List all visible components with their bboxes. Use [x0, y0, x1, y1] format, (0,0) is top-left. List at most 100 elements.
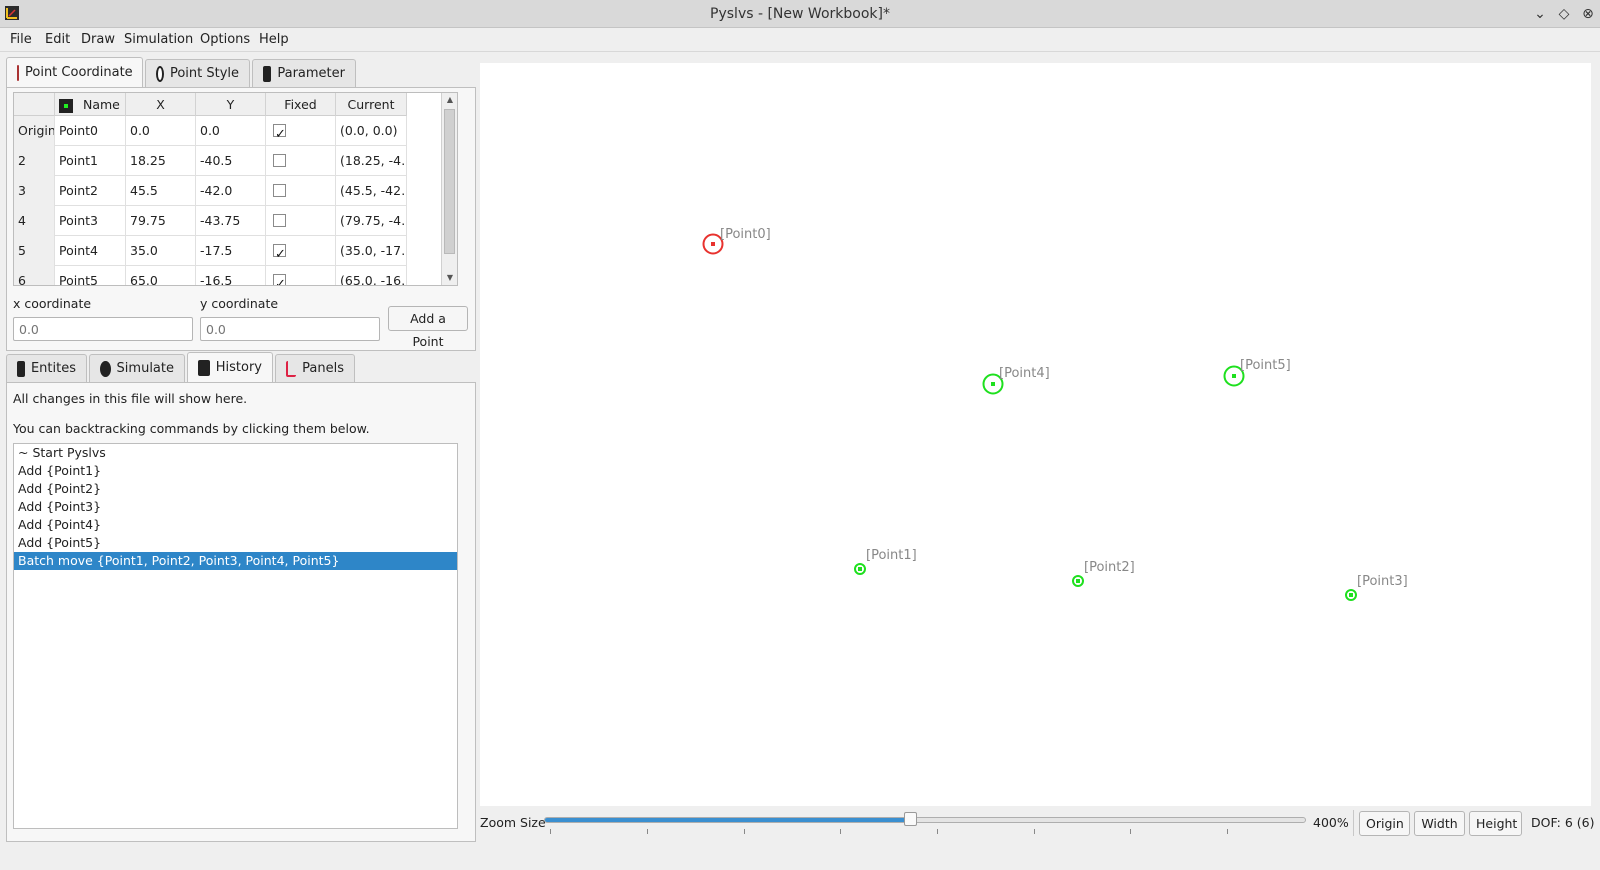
- cell-x[interactable]: 79.75: [126, 206, 196, 236]
- maximize-icon[interactable]: ◇: [1554, 4, 1574, 24]
- cell-current[interactable]: (0.0, 0.0): [336, 116, 407, 146]
- cell-fixed[interactable]: [266, 146, 336, 176]
- point-4[interactable]: [Point4]: [982, 366, 1050, 395]
- fixed-checkbox[interactable]: [273, 120, 286, 146]
- tab-panels[interactable]: Panels: [275, 354, 355, 382]
- tab-entities[interactable]: Entites: [6, 354, 87, 382]
- menu-help[interactable]: Help: [259, 32, 289, 47]
- point-1[interactable]: [Point1]: [854, 548, 917, 575]
- cell-current[interactable]: (79.75, -4…: [336, 206, 407, 236]
- menu-simulation[interactable]: Simulation: [124, 32, 193, 47]
- col-x[interactable]: X: [126, 93, 196, 116]
- fixed-checkbox[interactable]: [273, 184, 286, 197]
- menu-options[interactable]: Options: [200, 32, 250, 47]
- cell-y[interactable]: -42.0: [196, 176, 266, 206]
- fixed-checkbox[interactable]: [273, 270, 286, 285]
- row-header[interactable]: 2: [14, 146, 55, 176]
- col-fixed[interactable]: Fixed: [266, 93, 336, 116]
- point-2-label: [Point2]: [1084, 560, 1135, 575]
- scroll-down-icon[interactable]: ▼: [442, 271, 457, 285]
- history-item[interactable]: ~ Start Pyslvs: [14, 444, 457, 462]
- table-row[interactable]: 3 Point2 45.5 -42.0 (45.5, -42…: [14, 176, 407, 206]
- point-0[interactable]: [Point0]: [702, 227, 771, 255]
- close-icon[interactable]: ⊗: [1578, 4, 1598, 24]
- fixed-checkbox[interactable]: [273, 214, 286, 227]
- row-header[interactable]: 4: [14, 206, 55, 236]
- col-current[interactable]: Current: [336, 93, 407, 116]
- point-0-center: [711, 242, 715, 246]
- history-item[interactable]: Add {Point5}: [14, 534, 457, 552]
- minimize-icon[interactable]: ⌄: [1530, 4, 1550, 24]
- table-row[interactable]: OriginPoint00.00.0(0.0, 0.0): [14, 116, 407, 146]
- drawing-canvas[interactable]: [Point0] [Point4] [Point5] [Point1] [Poi…: [480, 63, 1591, 806]
- cell-name[interactable]: Point5: [55, 266, 126, 285]
- add-point-button[interactable]: Add a Point: [388, 306, 468, 349]
- cell-current[interactable]: (65.0, -16…: [336, 266, 407, 285]
- point-5[interactable]: [Point5]: [1223, 358, 1291, 387]
- menu-edit[interactable]: Edit: [45, 32, 70, 47]
- width-button[interactable]: Width: [1414, 811, 1465, 836]
- table-row[interactable]: 6Point565.0-16.5 (65.0, -16…: [14, 266, 407, 285]
- cell-current[interactable]: (35.0, -17…: [336, 236, 407, 266]
- cell-fixed[interactable]: [266, 116, 336, 146]
- point-3-label: [Point3]: [1357, 574, 1408, 589]
- cell-fixed[interactable]: [266, 206, 336, 236]
- cell-y[interactable]: -43.75: [196, 206, 266, 236]
- scroll-thumb[interactable]: [444, 109, 455, 254]
- cell-current[interactable]: (45.5, -42…: [336, 176, 407, 206]
- row-header[interactable]: 5: [14, 236, 55, 266]
- point-2[interactable]: [Point2]: [1072, 560, 1135, 587]
- height-button[interactable]: Height: [1469, 811, 1522, 836]
- tab-simulate[interactable]: Simulate: [89, 354, 185, 382]
- row-header[interactable]: Origin: [14, 116, 55, 146]
- history-item[interactable]: Add {Point1}: [14, 462, 457, 480]
- fixed-checkbox[interactable]: [273, 154, 286, 167]
- tab-point-coordinate[interactable]: Point Coordinate: [6, 57, 143, 87]
- cell-name[interactable]: Point3: [55, 206, 126, 236]
- cell-y[interactable]: 0.0: [196, 116, 266, 146]
- cell-y[interactable]: -17.5: [196, 236, 266, 266]
- cell-name[interactable]: Point2: [55, 176, 126, 206]
- history-item[interactable]: Add {Point2}: [14, 480, 457, 498]
- cell-x[interactable]: 45.5: [126, 176, 196, 206]
- cell-y[interactable]: -40.5: [196, 146, 266, 176]
- row-header[interactable]: 3: [14, 176, 55, 206]
- table-scrollbar[interactable]: ▲ ▼: [441, 93, 457, 285]
- cell-name[interactable]: Point4: [55, 236, 126, 266]
- cell-fixed[interactable]: [266, 266, 336, 285]
- point-style-icon: [156, 65, 164, 82]
- point-3[interactable]: [Point3]: [1345, 574, 1408, 601]
- table-row[interactable]: 4 Point3 79.75 -43.75 (79.75, -4…: [14, 206, 407, 236]
- y-coordinate-input[interactable]: [200, 317, 380, 341]
- cell-x[interactable]: 35.0: [126, 236, 196, 266]
- fixed-checkbox[interactable]: [273, 240, 286, 266]
- history-item[interactable]: Add {Point4}: [14, 516, 457, 534]
- menu-bar: File Edit Draw Simulation Options Help: [0, 28, 1600, 52]
- cell-x[interactable]: 0.0: [126, 116, 196, 146]
- cell-current[interactable]: (18.25, -4…: [336, 146, 407, 176]
- cell-y[interactable]: -16.5: [196, 266, 266, 285]
- cell-x[interactable]: 65.0: [126, 266, 196, 285]
- col-name[interactable]: Name: [55, 93, 126, 116]
- history-item[interactable]: Batch move {Point1, Point2, Point3, Poin…: [14, 552, 457, 570]
- col-y[interactable]: Y: [196, 93, 266, 116]
- history-item[interactable]: Add {Point3}: [14, 498, 457, 516]
- tab-parameter[interactable]: Parameter: [252, 59, 356, 87]
- tab-history[interactable]: History: [187, 352, 273, 382]
- tab-point-style[interactable]: Point Style: [145, 59, 250, 87]
- zoom-slider[interactable]: [544, 817, 1306, 823]
- zoom-slider-handle[interactable]: [903, 812, 917, 826]
- cell-fixed[interactable]: [266, 236, 336, 266]
- menu-draw[interactable]: Draw: [81, 32, 115, 47]
- cell-fixed[interactable]: [266, 176, 336, 206]
- x-coordinate-input[interactable]: [13, 317, 193, 341]
- cell-name[interactable]: Point1: [55, 146, 126, 176]
- table-row[interactable]: 2 Point1 18.25 -40.5 (18.25, -4…: [14, 146, 407, 176]
- cell-name[interactable]: Point0: [55, 116, 126, 146]
- menu-file[interactable]: File: [10, 32, 32, 47]
- cell-x[interactable]: 18.25: [126, 146, 196, 176]
- origin-button[interactable]: Origin: [1359, 811, 1410, 836]
- row-header[interactable]: 6: [14, 266, 55, 285]
- scroll-up-icon[interactable]: ▲: [442, 93, 457, 107]
- table-row[interactable]: 5Point435.0-17.5 (35.0, -17…: [14, 236, 407, 266]
